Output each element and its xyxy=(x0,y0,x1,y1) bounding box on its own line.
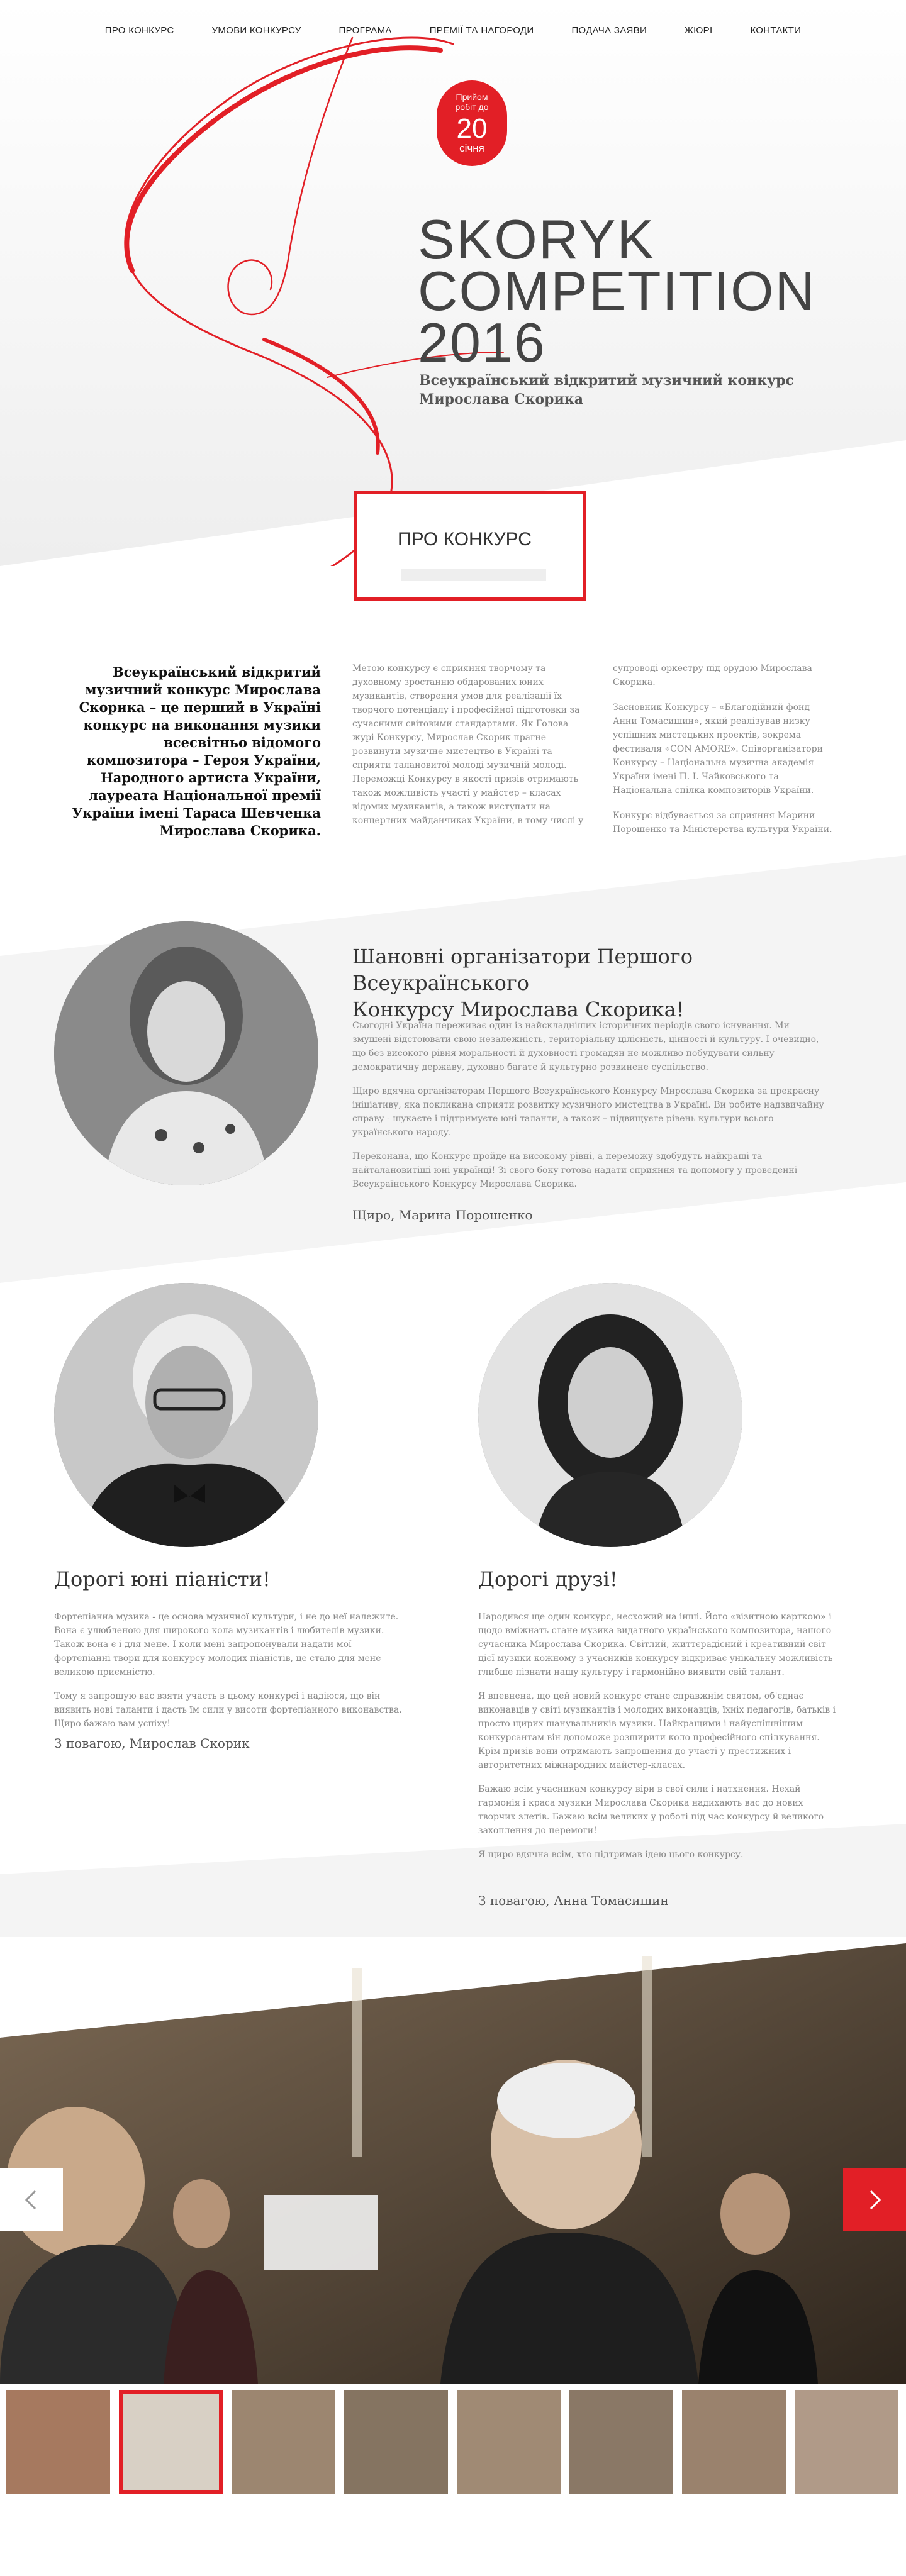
title-line-2: COMPETITION xyxy=(418,260,817,322)
letter3-title: Дорогі друзі! xyxy=(478,1567,618,1591)
portrait-image xyxy=(54,921,318,1185)
nav-item-contacts[interactable]: КОНТАКТИ xyxy=(731,23,820,42)
gallery-thumbnail[interactable] xyxy=(682,2390,786,2494)
letter2-signature: З повагою, Мирослав Скорик xyxy=(54,1736,250,1751)
gallery-thumbnail-active[interactable] xyxy=(119,2390,223,2494)
chevron-left-icon xyxy=(25,2190,36,2210)
about-underline xyxy=(401,569,546,581)
letter2-paragraph-1: Фортепіанна музика - це основа музичної … xyxy=(54,1612,399,1677)
title-line-3: 2016 xyxy=(418,311,546,374)
portrait-image xyxy=(478,1283,742,1547)
gallery-next-button[interactable] xyxy=(843,2168,906,2231)
nav-item-about[interactable]: ПРО КОНКУРС xyxy=(86,23,193,42)
letter1-body: Сьогодні Україна переживає один із найск… xyxy=(352,1019,824,1191)
letter2-body: Фортепіанна музика - це основа музичної … xyxy=(54,1610,406,1731)
gallery-thumbnail[interactable] xyxy=(569,2390,673,2494)
badge-month: січня xyxy=(459,142,484,154)
competition-title: SKORYK COMPETITION 2016 xyxy=(418,208,817,374)
portrait-myroslav-skoryk xyxy=(54,1283,318,1547)
gallery-photo xyxy=(0,1943,906,2384)
main-navigation: ПРО КОНКУРС УМОВИ КОНКУРСУ ПРОГРАМА ПРЕМ… xyxy=(0,23,906,42)
letter3-signature: З повагою, Анна Томасишин xyxy=(478,1893,669,1908)
gallery-thumbnail[interactable] xyxy=(344,2390,448,2494)
letter3-paragraph-3: Бажаю всім учасникам конкурсу віри в сво… xyxy=(478,1784,824,1836)
title-line-1: SKORYK xyxy=(418,208,656,270)
letter1-paragraph-1: Сьогодні Україна переживає один із найск… xyxy=(352,1021,819,1072)
intro-column-3: супроводі оркестру під орудою Мирослава … xyxy=(613,662,833,836)
intro-col3-p2: Засновник Конкурсу – «Благодійний фонд А… xyxy=(613,702,823,796)
gallery-thumbnail[interactable] xyxy=(232,2390,335,2494)
nav-item-prizes[interactable]: ПРЕМІЇ ТА НАГОРОДИ xyxy=(411,23,553,42)
letter1-title: Шановні організатори Першого Всеукраїнсь… xyxy=(352,943,856,1023)
portrait-image xyxy=(54,1283,318,1547)
gallery-thumbnail[interactable] xyxy=(457,2390,561,2494)
intro-col3-p1: супроводі оркестру під орудою Мирослава … xyxy=(613,663,812,687)
nav-item-conditions[interactable]: УМОВИ КОНКУРСУ xyxy=(193,23,320,42)
nav-item-jury[interactable]: ЖЮРІ xyxy=(666,23,731,42)
letter3-paragraph-4: Я щиро вдячна всім, хто підтримав ідею ц… xyxy=(478,1850,744,1860)
portrait-anna-tomasyshyn xyxy=(478,1283,742,1547)
gallery-thumbnail[interactable] xyxy=(6,2390,110,2494)
badge-day: 20 xyxy=(456,113,488,144)
intro-column-2: Метою конкурсу є сприяння творчому та ду… xyxy=(352,663,584,826)
letter3-body: Народився ще один конкурс, несхожий на і… xyxy=(478,1610,837,1862)
subtitle-line-1: Всеукраїнський відкритий музичний конкур… xyxy=(419,372,794,389)
chevron-right-icon xyxy=(870,2190,881,2210)
badge-line-1: Прийом xyxy=(456,92,488,102)
letter1-paragraph-3: Переконана, що Конкурс пройде на високом… xyxy=(352,1152,798,1189)
letter1-paragraph-2: Щиро вдячна організаторам Першого Всеукр… xyxy=(352,1086,824,1138)
letter2-paragraph-2: Тому я запрошую вас взяти участь в цьому… xyxy=(54,1691,402,1729)
deadline-badge: Прийом робіт до 20 січня xyxy=(437,80,507,166)
intro-lead: Всеукраїнський відкритий музичний конкур… xyxy=(72,664,321,838)
nav-item-apply[interactable]: ПОДАЧА ЗАЯВИ xyxy=(552,23,666,42)
gallery-thumbnails xyxy=(0,2390,906,2497)
subtitle-line-2: Мирослава Скорика xyxy=(419,391,584,408)
about-title: ПРО КОНКУРС xyxy=(398,529,532,550)
nav-item-program[interactable]: ПРОГРАМА xyxy=(320,23,411,42)
letter2-title: Дорогі юні піаністи! xyxy=(54,1567,271,1591)
gallery-thumbnail[interactable] xyxy=(795,2390,898,2494)
letter3-paragraph-1: Народився ще один конкурс, несхожий на і… xyxy=(478,1612,833,1677)
competition-subtitle: Всеукраїнський відкритий музичний конкур… xyxy=(419,371,794,409)
letter1-title-line1: Шановні організатори Першого Всеукраїнсь… xyxy=(352,945,693,995)
about-section-header: ПРО КОНКУРС xyxy=(354,491,586,601)
letter1-signature: Щиро, Марина Порошенко xyxy=(352,1208,533,1223)
intro-col3-p3: Конкурс відбувається за сприяння Марини … xyxy=(613,811,832,835)
letter3-paragraph-2: Я впевнена, що цей новий конкурс стане с… xyxy=(478,1691,836,1770)
gallery-prev-button[interactable] xyxy=(0,2168,63,2231)
portrait-marina-poroshenko xyxy=(54,921,318,1185)
photo-gallery-main[interactable] xyxy=(0,1943,906,2384)
badge-line-2: робіт до xyxy=(455,102,489,112)
